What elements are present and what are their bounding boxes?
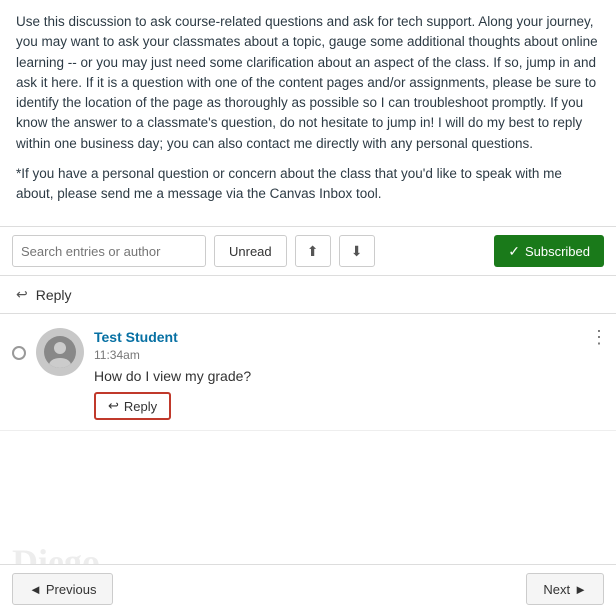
post-menu-icon[interactable]: ⋮ [590, 328, 608, 346]
unread-button[interactable]: Unread [214, 235, 287, 267]
post-text: How do I view my grade? [94, 368, 608, 384]
post-list: Test Student ⋮ 11:34am How do I view my … [0, 314, 616, 435]
footer-nav: ◄ Previous Next ► [0, 564, 616, 613]
post-content: Test Student ⋮ 11:34am How do I view my … [94, 328, 608, 420]
description-paragraph2: *If you have a personal question or conc… [16, 164, 600, 205]
subscribed-button[interactable]: ✓ Subscribed [494, 235, 604, 267]
description-section: Use this discussion to ask course-relate… [0, 0, 616, 227]
next-button[interactable]: Next ► [526, 573, 604, 605]
expand-icon-button[interactable]: ⬇ [339, 235, 375, 267]
toolbar: Unread ⬆ ⬇ ✓ Subscribed [0, 227, 616, 276]
previous-icon: ◄ [29, 582, 42, 597]
collapse-icon-button[interactable]: ⬆ [295, 235, 331, 267]
post-reply-label: Reply [124, 399, 157, 414]
post-header: Test Student ⋮ [94, 328, 608, 346]
post-unread-indicator [12, 346, 26, 360]
post-author[interactable]: Test Student [94, 329, 178, 345]
post-actions: ↩ Reply [94, 392, 608, 420]
subscribed-label: Subscribed [525, 244, 590, 259]
next-icon: ► [574, 582, 587, 597]
table-row: Test Student ⋮ 11:34am How do I view my … [0, 318, 616, 431]
next-label: Next [543, 582, 570, 597]
previous-label: Previous [46, 582, 97, 597]
reply-label: Reply [36, 287, 72, 303]
avatar [36, 328, 84, 376]
reply-icon: ↩ [16, 286, 28, 303]
avatar-image [44, 336, 76, 368]
subscribed-check-icon: ✓ [508, 243, 520, 260]
search-input[interactable] [12, 235, 206, 267]
previous-button[interactable]: ◄ Previous [12, 573, 113, 605]
post-reply-icon: ↩ [108, 398, 119, 414]
reply-bar[interactable]: ↩ Reply [0, 276, 616, 314]
description-paragraph1: Use this discussion to ask course-relate… [16, 12, 600, 154]
post-reply-button[interactable]: ↩ Reply [94, 392, 171, 420]
post-time: 11:34am [94, 348, 608, 362]
